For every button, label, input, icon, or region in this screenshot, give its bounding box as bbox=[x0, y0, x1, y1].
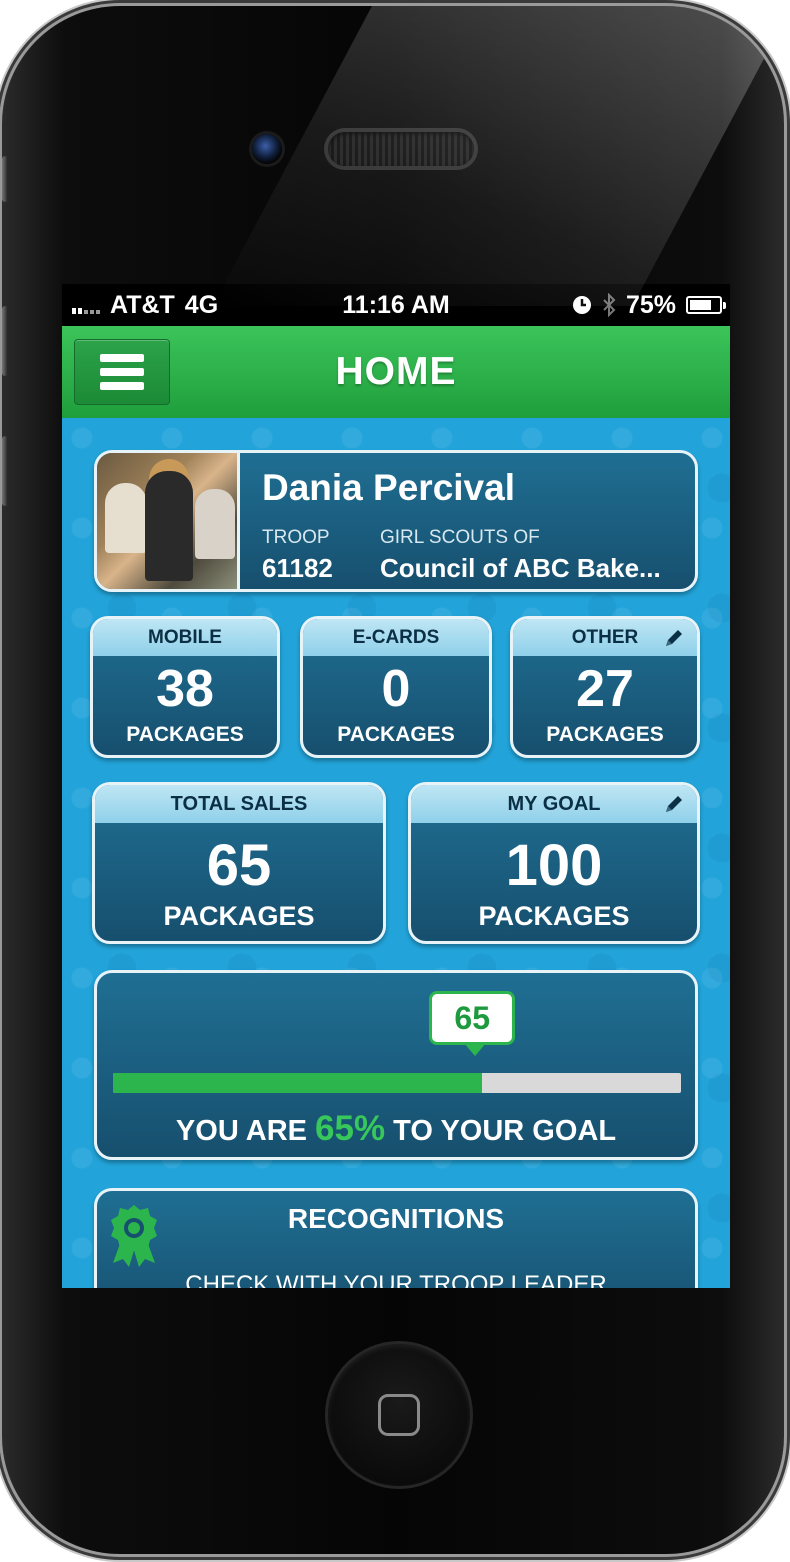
stat-unit: PACKAGES bbox=[337, 723, 455, 746]
earpiece-speaker bbox=[328, 132, 474, 166]
stat-value: 0 bbox=[381, 660, 411, 718]
pencil-icon[interactable] bbox=[663, 627, 685, 649]
stat-unit: PACKAGES bbox=[546, 723, 664, 746]
carrier-name: AT&T bbox=[110, 291, 175, 319]
stat-unit: PACKAGES bbox=[126, 723, 244, 746]
volume-up-button bbox=[2, 306, 8, 376]
network-type: 4G bbox=[184, 291, 219, 319]
progress-bubble: 65 bbox=[429, 991, 516, 1056]
home-content[interactable]: Dania Percival TROOP 61182 GIRL SCOUTS O… bbox=[62, 418, 730, 1288]
battery-percent: 75% bbox=[625, 291, 676, 319]
mute-switch bbox=[2, 156, 8, 202]
goal-percent: 65% bbox=[315, 1109, 386, 1148]
home-square-icon bbox=[378, 1394, 420, 1436]
status-bar: 11:16 AM AT&T 4G 75% bbox=[62, 284, 730, 326]
bluetooth-icon bbox=[603, 293, 616, 317]
stat-value: 27 bbox=[576, 660, 634, 718]
council-name: Council of ABC Bake... bbox=[380, 553, 661, 583]
progress-bar-fill bbox=[113, 1073, 483, 1093]
stat-unit: PACKAGES bbox=[478, 901, 630, 931]
goal-prefix: YOU ARE bbox=[175, 1115, 307, 1147]
clock-icon bbox=[572, 296, 591, 314]
glass-reflection bbox=[212, 6, 784, 306]
my-goal-card[interactable]: MY GOAL 100 PACKAGES bbox=[408, 782, 700, 944]
recognitions-subtitle: CHECK WITH YOUR TROOP LEADER bbox=[185, 1271, 607, 1288]
stat-card-mobile[interactable]: MOBILE 38 PACKAGES bbox=[90, 616, 280, 758]
profile-card[interactable]: Dania Percival TROOP 61182 GIRL SCOUTS O… bbox=[94, 450, 698, 592]
stat-label: MY GOAL bbox=[411, 785, 697, 823]
stat-value: 100 bbox=[505, 833, 603, 898]
navbar: HOME bbox=[62, 326, 730, 420]
profile-name: Dania Percival bbox=[262, 467, 515, 508]
stat-value: 38 bbox=[156, 660, 214, 718]
signal-icon bbox=[72, 296, 100, 314]
stat-label: MOBILE bbox=[93, 619, 277, 656]
front-camera bbox=[252, 134, 282, 164]
troop-label: TROOP bbox=[262, 527, 330, 548]
screen: 11:16 AM AT&T 4G 75% HOME Dania Percival… bbox=[62, 284, 730, 1288]
goal-progress-card: 65 YOU ARE 65% TO YOUR GOAL bbox=[94, 970, 698, 1160]
council-label: GIRL SCOUTS OF bbox=[380, 527, 540, 548]
stat-value: 65 bbox=[206, 833, 272, 898]
stat-label: TOTAL SALES bbox=[95, 785, 383, 823]
recognitions-card[interactable]: RECOGNITIONS CHECK WITH YOUR TROOP LEADE… bbox=[94, 1188, 698, 1288]
pencil-icon[interactable] bbox=[663, 793, 685, 815]
volume-down-button bbox=[2, 436, 8, 506]
phone-frame: 11:16 AM AT&T 4G 75% HOME Dania Percival… bbox=[2, 6, 784, 1554]
stat-unit: PACKAGES bbox=[163, 901, 315, 931]
troop-number: 61182 bbox=[262, 553, 333, 583]
goal-suffix: TO YOUR GOAL bbox=[393, 1115, 617, 1147]
stat-label: E-CARDS bbox=[303, 619, 489, 656]
goal-summary: YOU ARE 65% TO YOUR GOAL bbox=[97, 1109, 695, 1149]
total-sales-card[interactable]: TOTAL SALES 65 PACKAGES bbox=[92, 782, 386, 944]
status-right: 75% bbox=[572, 284, 726, 326]
recognitions-title: RECOGNITIONS bbox=[287, 1203, 505, 1234]
battery-icon bbox=[686, 296, 726, 314]
menu-button[interactable] bbox=[74, 339, 170, 405]
avatar bbox=[97, 453, 240, 589]
home-button[interactable] bbox=[328, 1344, 470, 1486]
stat-card-ecards[interactable]: E-CARDS 0 PACKAGES bbox=[300, 616, 492, 758]
hamburger-menu-icon bbox=[100, 354, 144, 362]
progress-bar bbox=[113, 1073, 681, 1093]
status-left: AT&T 4G bbox=[72, 284, 218, 326]
stat-card-other[interactable]: OTHER 27 PACKAGES bbox=[510, 616, 700, 758]
